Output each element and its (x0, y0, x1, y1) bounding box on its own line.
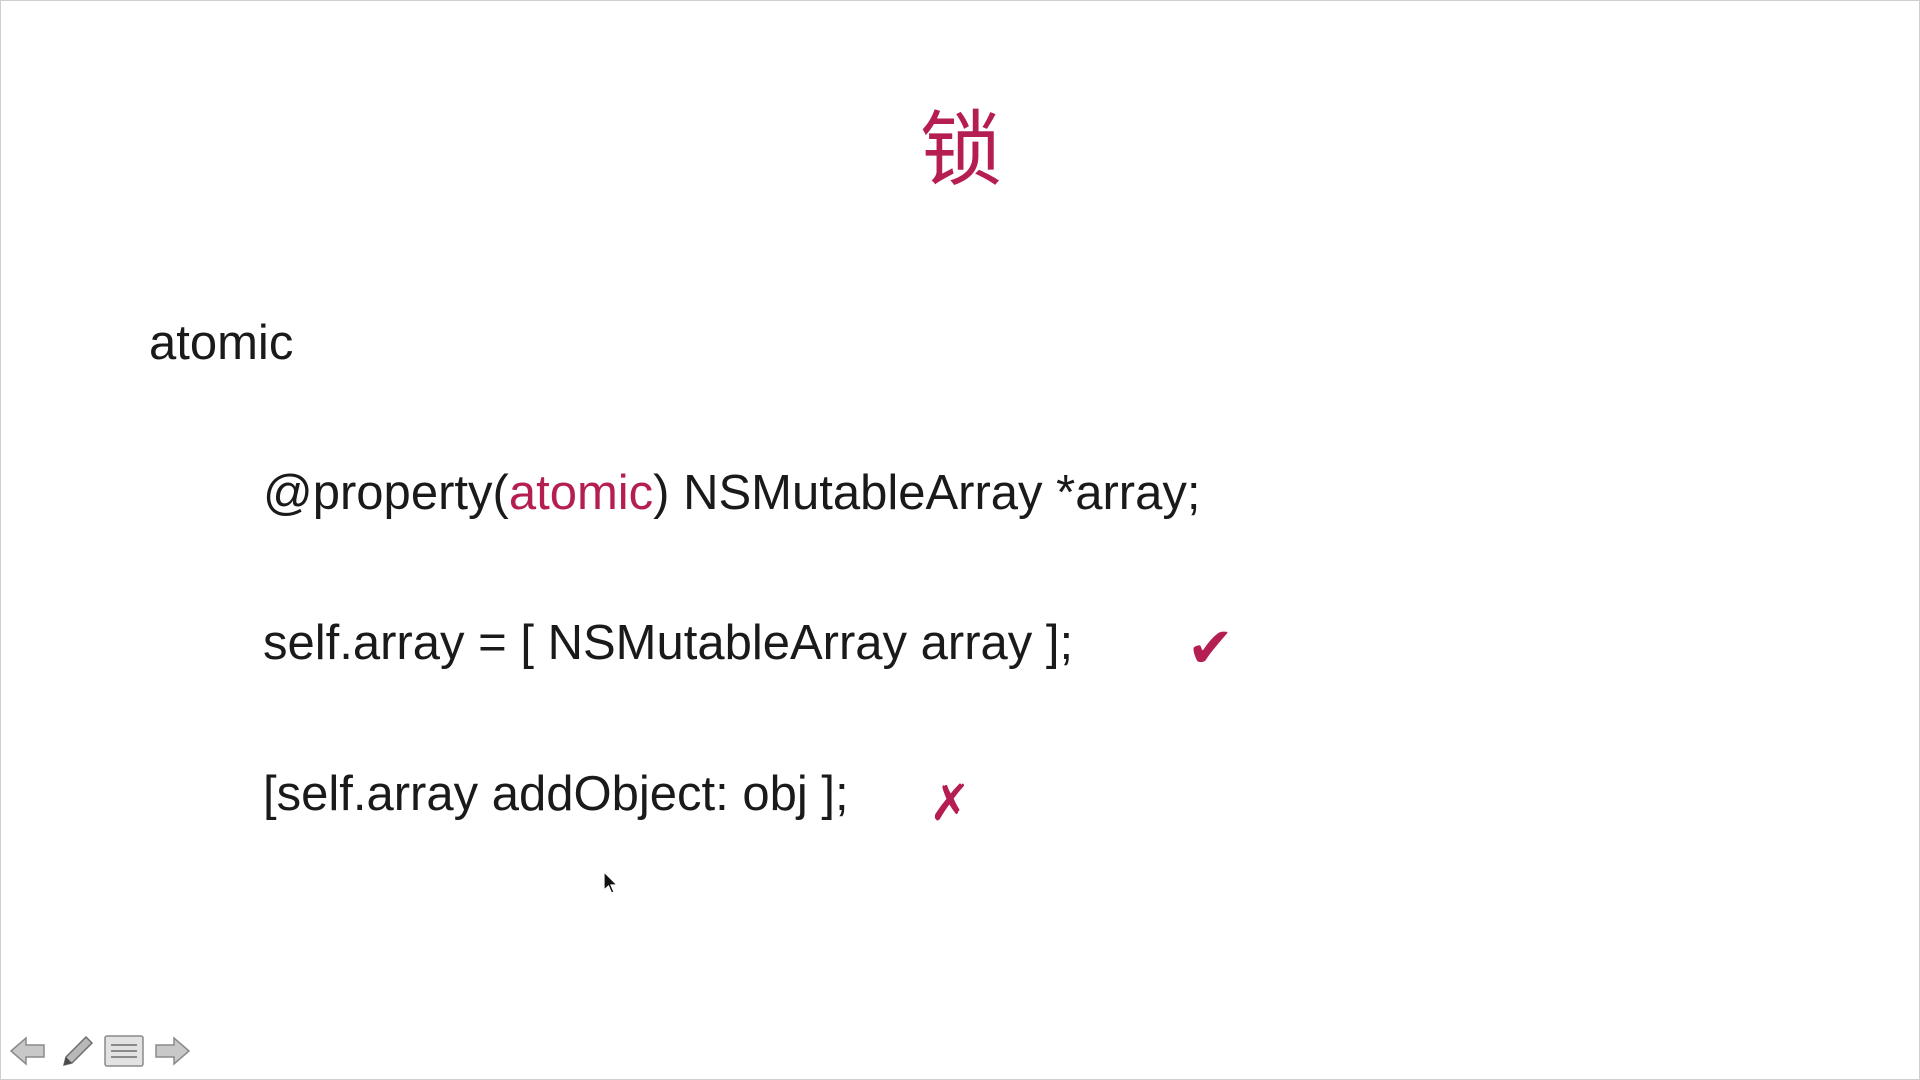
next-arrow-icon (155, 1036, 191, 1066)
slide-title: 锁 (919, 103, 1002, 198)
check-mark-icon: ✔ (1187, 616, 1234, 681)
previous-arrow-icon (9, 1036, 45, 1066)
previous-slide-button[interactable] (7, 1030, 49, 1072)
slide-menu-button[interactable] (103, 1030, 145, 1072)
pen-icon (62, 1035, 94, 1067)
slide-heading: atomic (149, 316, 294, 370)
code-line-property: @property(atomic) NSMutableArray *array; (263, 463, 1200, 523)
next-slide-button[interactable] (151, 1030, 193, 1072)
cross-mark-icon: ✗ (929, 774, 971, 832)
slide-canvas: 锁 atomic @property(atomic) NSMutableArra… (0, 0, 1920, 1080)
code-line-assignment: self.array = [ NSMutableArray array ]; (263, 616, 1074, 670)
code-keyword-atomic: atomic (508, 466, 654, 520)
code-prefix: @property( (263, 466, 509, 520)
slideshow-toolbar (7, 1029, 193, 1073)
code-line-add-object: [self.array addObject: obj ]; (263, 767, 849, 821)
menu-icon (104, 1035, 144, 1067)
mouse-cursor-icon (603, 871, 619, 894)
code-suffix: ) NSMutableArray *array; (653, 466, 1201, 520)
pen-tool-button[interactable] (55, 1030, 97, 1072)
